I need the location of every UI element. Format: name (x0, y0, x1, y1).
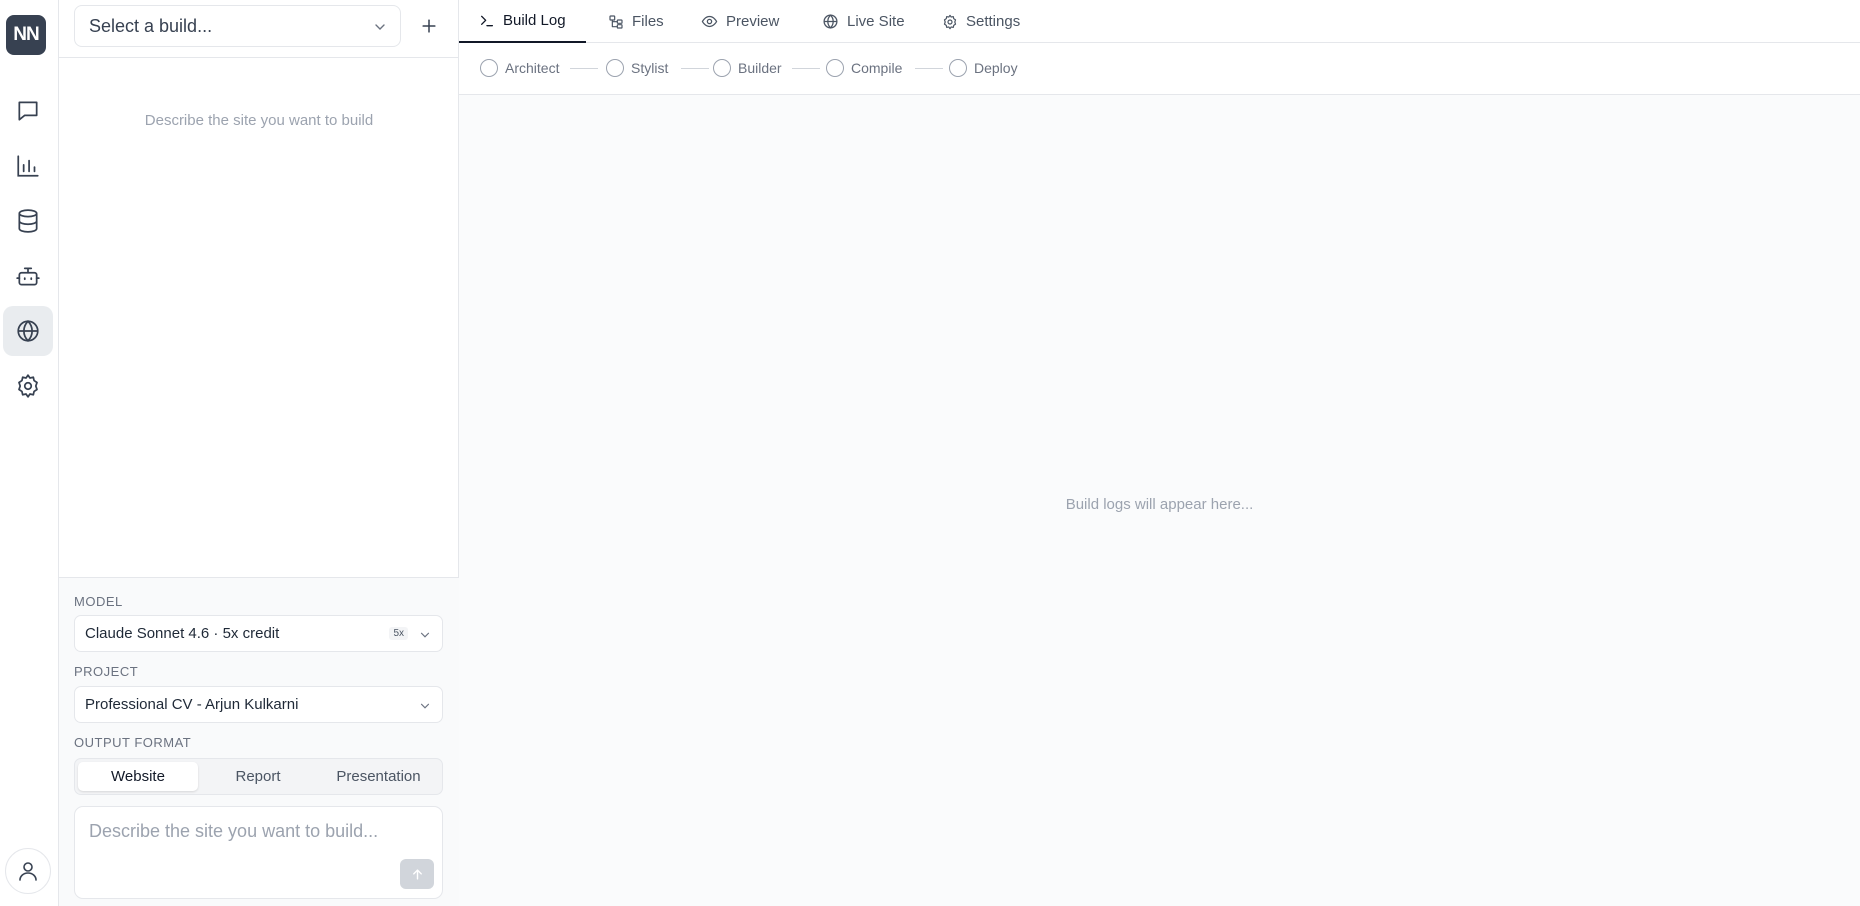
step-label: Architect (505, 60, 560, 76)
database-nav-button[interactable] (3, 196, 53, 246)
model-label: MODEL (74, 594, 123, 609)
tab-preview[interactable]: Preview (681, 0, 799, 43)
tab-label: Live Site (847, 13, 905, 30)
prompt-input[interactable] (89, 821, 419, 861)
pipeline-step-compile: Compile (826, 59, 902, 77)
tab-label: Settings (966, 13, 1021, 30)
app-logo[interactable]: NN (6, 15, 46, 55)
format-option-website[interactable]: Website (78, 762, 198, 791)
sites-nav-button[interactable] (3, 306, 53, 356)
step-label: Stylist (631, 60, 669, 76)
step-connector (915, 68, 943, 69)
arrow-up-icon (410, 867, 425, 882)
model-value: Claude Sonnet 4.6 · 5x credit (85, 625, 280, 642)
main-area: Build Log Files Preview Live Site Settin… (459, 0, 1860, 906)
globe-icon (822, 13, 839, 30)
user-profile-button[interactable] (5, 848, 51, 894)
pipeline-step-deploy: Deploy (949, 59, 1018, 77)
chat-icon (15, 98, 41, 124)
pipeline-step-stylist: Stylist (606, 59, 668, 77)
globe-icon (15, 318, 41, 344)
settings-nav-button[interactable] (3, 361, 53, 411)
bar-chart-icon (15, 153, 41, 179)
credit-badge: 5x (389, 627, 408, 640)
send-button[interactable] (400, 859, 434, 889)
model-select[interactable]: Claude Sonnet 4.6 · 5x credit 5x (74, 615, 443, 652)
pipeline-step-builder: Builder (713, 59, 782, 77)
step-status-icon (606, 59, 624, 77)
output-format-toggle: Website Report Presentation (74, 758, 443, 795)
gear-icon (15, 373, 41, 399)
eye-icon (701, 13, 718, 30)
build-list-empty-hint: Describe the site you want to build (144, 112, 374, 129)
chevron-down-icon (372, 19, 388, 35)
gear-icon (942, 14, 958, 30)
format-option-presentation[interactable]: Presentation (318, 762, 439, 791)
terminal-icon (479, 13, 495, 29)
tab-build-log[interactable]: Build Log (459, 0, 586, 43)
project-select[interactable]: Professional CV - Arjun Kulkarni (74, 686, 443, 723)
tab-label: Build Log (503, 12, 566, 29)
build-select-dropdown[interactable]: Select a build... (74, 5, 401, 47)
tab-settings[interactable]: Settings (922, 0, 1040, 43)
step-label: Compile (851, 60, 903, 76)
tab-files[interactable]: Files (588, 0, 684, 43)
chevron-down-icon (418, 699, 432, 713)
step-connector (570, 68, 598, 69)
database-icon (15, 208, 41, 234)
step-connector (681, 68, 709, 69)
format-option-report[interactable]: Report (198, 762, 318, 791)
build-log-empty-state: Build logs will appear here... (1065, 496, 1254, 513)
icon-rail: NN (0, 0, 59, 906)
user-icon (16, 859, 40, 883)
build-panel-header: Select a build... (59, 0, 459, 58)
tab-live-site[interactable]: Live Site (802, 0, 925, 43)
prompt-composer (74, 806, 443, 899)
new-build-button[interactable] (415, 12, 443, 40)
tab-bar: Build Log Files Preview Live Site Settin… (459, 0, 1860, 43)
step-label: Builder (738, 60, 782, 76)
bot-icon (15, 263, 41, 289)
project-value: Professional CV - Arjun Kulkarni (85, 696, 299, 713)
step-status-icon (480, 59, 498, 77)
tab-label: Files (632, 13, 664, 30)
step-connector (792, 68, 820, 69)
tab-label: Preview (726, 13, 780, 30)
build-pipeline: Architect Stylist Builder Compile Deploy (459, 43, 1860, 95)
file-tree-icon (608, 14, 624, 30)
build-panel: Select a build... Describe the site you … (59, 0, 459, 906)
chevron-down-icon (418, 628, 432, 642)
step-status-icon (949, 59, 967, 77)
analytics-nav-button[interactable] (3, 141, 53, 191)
build-select-label: Select a build... (89, 15, 213, 36)
step-status-icon (713, 59, 731, 77)
output-format-label: OUTPUT FORMAT (74, 735, 192, 750)
agents-nav-button[interactable] (3, 251, 53, 301)
pipeline-step-architect: Architect (480, 59, 559, 77)
chat-nav-button[interactable] (3, 86, 53, 136)
project-label: PROJECT (74, 664, 139, 679)
step-status-icon (826, 59, 844, 77)
plus-icon (419, 16, 439, 36)
step-label: Deploy (974, 60, 1018, 76)
